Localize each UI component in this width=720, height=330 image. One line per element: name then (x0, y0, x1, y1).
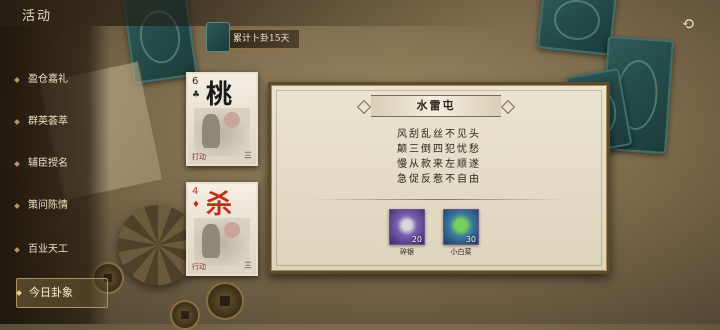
sidebar-item-jinri-guaxiang[interactable]: 今日卦象 (16, 278, 108, 308)
card-artwork (194, 108, 250, 156)
sidebar-item-label: 百业天工 (28, 244, 68, 255)
bullet-icon (14, 119, 20, 125)
card-tag: 行动 (192, 263, 206, 271)
hexagram-title: 水雷屯 (416, 99, 456, 112)
sidebar-item-label: 策问陈情 (28, 200, 68, 211)
reward-count: 20 (411, 235, 422, 244)
card-deck-icon (206, 22, 230, 52)
card-number: 6 (192, 76, 199, 87)
card-tag: 打动 (192, 153, 206, 161)
hexagram-poem: 风刮乱丝不见头 颠三倒四犯忧愁 慢从款来左顺遂 急促反惹不自由 (271, 127, 607, 187)
silver-ingot-icon: 20 (389, 209, 425, 245)
reward-name: 碎银 (400, 248, 414, 256)
sidebar-item-yingcang[interactable]: 盈仓嘉礼 (0, 66, 110, 94)
sidebar-item-label: 辅臣授名 (28, 158, 68, 169)
fortune-card-peach[interactable]: 6 ♣ 桃 打动 三 (186, 72, 258, 166)
poem-line: 风刮乱丝不见头 (397, 129, 481, 140)
bullet-icon (14, 247, 20, 253)
sidebar: 盈仓嘉礼 群英荟萃 辅臣授名 策问陈情 百业天工 今日卦象 (0, 26, 110, 324)
sidebar-item-qunying[interactable]: 群英荟萃 (0, 108, 110, 136)
bullet-icon (14, 203, 20, 209)
sidebar-item-fuchen[interactable]: 辅臣授名 (0, 150, 110, 178)
ornament-icon (500, 99, 516, 115)
card-glyph: 桃 (206, 80, 233, 110)
diamond-icon: ♦ (192, 200, 201, 210)
sidebar-item-label: 群英荟萃 (28, 116, 68, 127)
back-arrow-icon[interactable]: ⟲ (674, 15, 702, 33)
reward-name: 小白菜 (450, 248, 472, 256)
poem-line: 慢从款来左顺遂 (397, 159, 481, 170)
poem-line: 颠三倒四犯忧愁 (397, 144, 481, 155)
divider (311, 199, 567, 200)
card-mark: 三 (244, 261, 252, 270)
reward-count: 30 (465, 235, 476, 244)
sidebar-item-label: 今日卦象 (29, 286, 73, 299)
sidebar-item-cewen[interactable]: 策问陈情 (0, 192, 110, 220)
top-bar (0, 0, 720, 26)
card-artwork (194, 218, 250, 266)
card-number: 4 (192, 186, 199, 197)
coin-decor (206, 282, 244, 320)
hexagram-panel: 水雷屯 风刮乱丝不见头 颠三倒四犯忧愁 慢从款来左顺遂 急促反惹不自由 20 碎… (268, 82, 610, 274)
cabbage-icon: 30 (443, 209, 479, 245)
ornament-icon (356, 99, 372, 115)
fortune-card-kill[interactable]: 4 ♦ 杀 行动 三 (186, 182, 258, 276)
reward-item-silver[interactable]: 20 碎银 (389, 209, 425, 257)
poem-line: 急促反惹不自由 (397, 174, 481, 185)
bullet-icon (16, 290, 22, 296)
bullet-icon (14, 77, 20, 83)
card-mark: 三 (244, 151, 252, 160)
reward-item-cabbage[interactable]: 30 小白菜 (443, 209, 479, 257)
card-glyph: 杀 (206, 190, 233, 220)
sidebar-item-baiye[interactable]: 百业天工 (0, 236, 110, 264)
hexagram-title-plate: 水雷屯 (356, 95, 516, 117)
page-title: 活动 (22, 9, 53, 24)
bullet-icon (14, 161, 20, 167)
coin-decor (170, 300, 200, 330)
sidebar-item-label: 盈仓嘉礼 (28, 74, 68, 85)
club-icon: ♣ (192, 90, 201, 100)
